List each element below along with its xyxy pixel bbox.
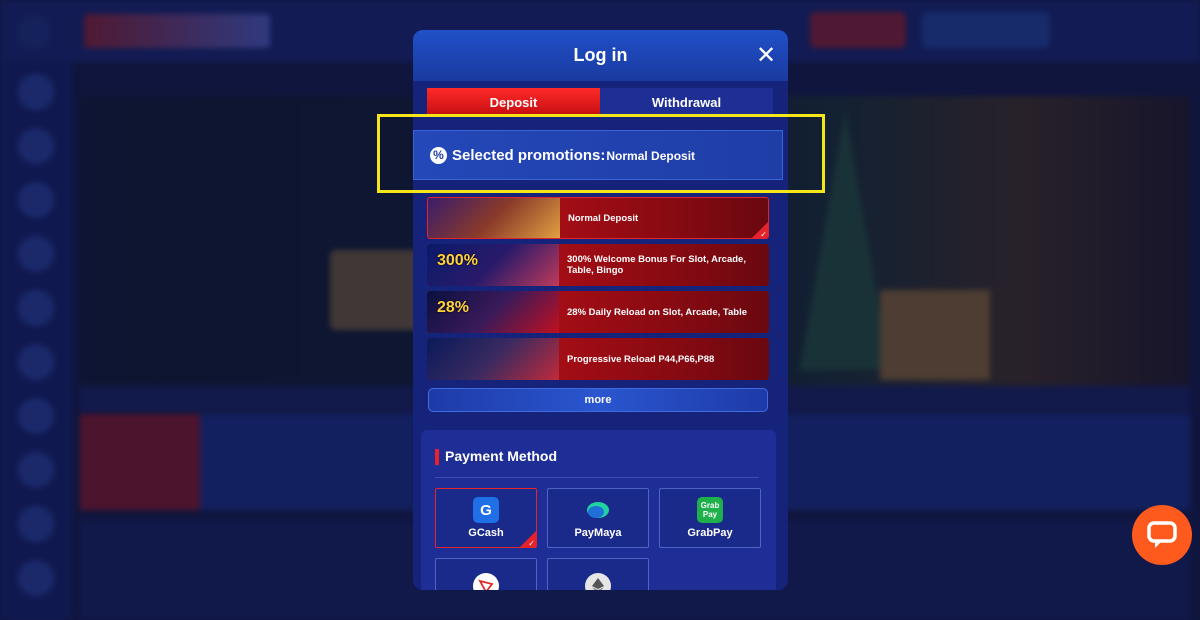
promotion-thumbnail: 300% [427,244,559,286]
promotion-thumbnail-text: 300% [437,252,478,269]
modal-header: Log in ✕ [413,30,788,81]
payment-method-grid: G GCash ✓ PayMaya Grab Pay GrabPay [435,488,761,590]
tab-deposit[interactable]: Deposit [427,88,600,116]
promotion-title: 28% Daily Reload on Slot, Arcade, Table [567,306,748,318]
live-chat-button[interactable] [1132,505,1192,565]
promotion-item-welcome-bonus[interactable]: 300% 300% Welcome Bonus For Slot, Arcade… [427,244,769,286]
payment-option-label: GCash [468,527,504,539]
payment-method-title: Payment Method [445,448,558,464]
payment-option-paymaya[interactable]: PayMaya [547,488,649,548]
tron-icon [473,573,499,590]
payment-method-panel: Payment Method G GCash ✓ PayMaya Grab Pay… [421,430,776,590]
payment-option-ethereum[interactable] [547,558,649,590]
promotion-item-progressive-reload[interactable]: Progressive Reload P44,P66,P88 [427,338,769,380]
paymaya-icon [585,497,611,523]
modal-tabs: Deposit Withdrawal [427,88,773,116]
promotion-list: Normal Deposit ✓ 300% 300% Welcome Bonus… [427,197,769,385]
promotion-item-normal-deposit[interactable]: Normal Deposit ✓ [427,197,769,239]
payment-method-heading: Payment Method [435,448,759,478]
highlight-annotation-box [377,114,825,193]
gcash-icon: G [473,497,499,523]
promotion-thumbnail: 28% [427,291,559,333]
promotion-title: Normal Deposit [568,212,639,224]
promotion-item-daily-reload[interactable]: 28% 28% Daily Reload on Slot, Arcade, Ta… [427,291,769,333]
grabpay-icon: Grab Pay [697,497,723,523]
close-icon[interactable]: ✕ [754,43,778,67]
check-icon: ✓ [760,230,767,239]
promotion-title: Progressive Reload P44,P66,P88 [567,353,715,365]
more-promotions-button[interactable]: more [428,388,768,412]
payment-option-tron[interactable] [435,558,537,590]
heading-accent-bar [435,449,439,465]
check-icon: ✓ [528,539,535,548]
promotion-thumbnail [427,338,559,380]
promotion-thumbnail-text: 28% [437,299,470,316]
promotion-title: 300% Welcome Bonus For Slot, Arcade, Tab… [567,254,746,276]
tab-withdrawal[interactable]: Withdrawal [600,88,773,116]
payment-option-gcash[interactable]: G GCash ✓ [435,488,537,548]
payment-option-label: GrabPay [687,527,733,539]
payment-option-grabpay[interactable]: Grab Pay GrabPay [659,488,761,548]
ethereum-icon [585,573,611,590]
modal-title: Log in [573,45,628,65]
promotion-thumbnail [428,198,560,238]
chat-icon [1147,521,1177,548]
payment-option-label: PayMaya [574,527,622,539]
